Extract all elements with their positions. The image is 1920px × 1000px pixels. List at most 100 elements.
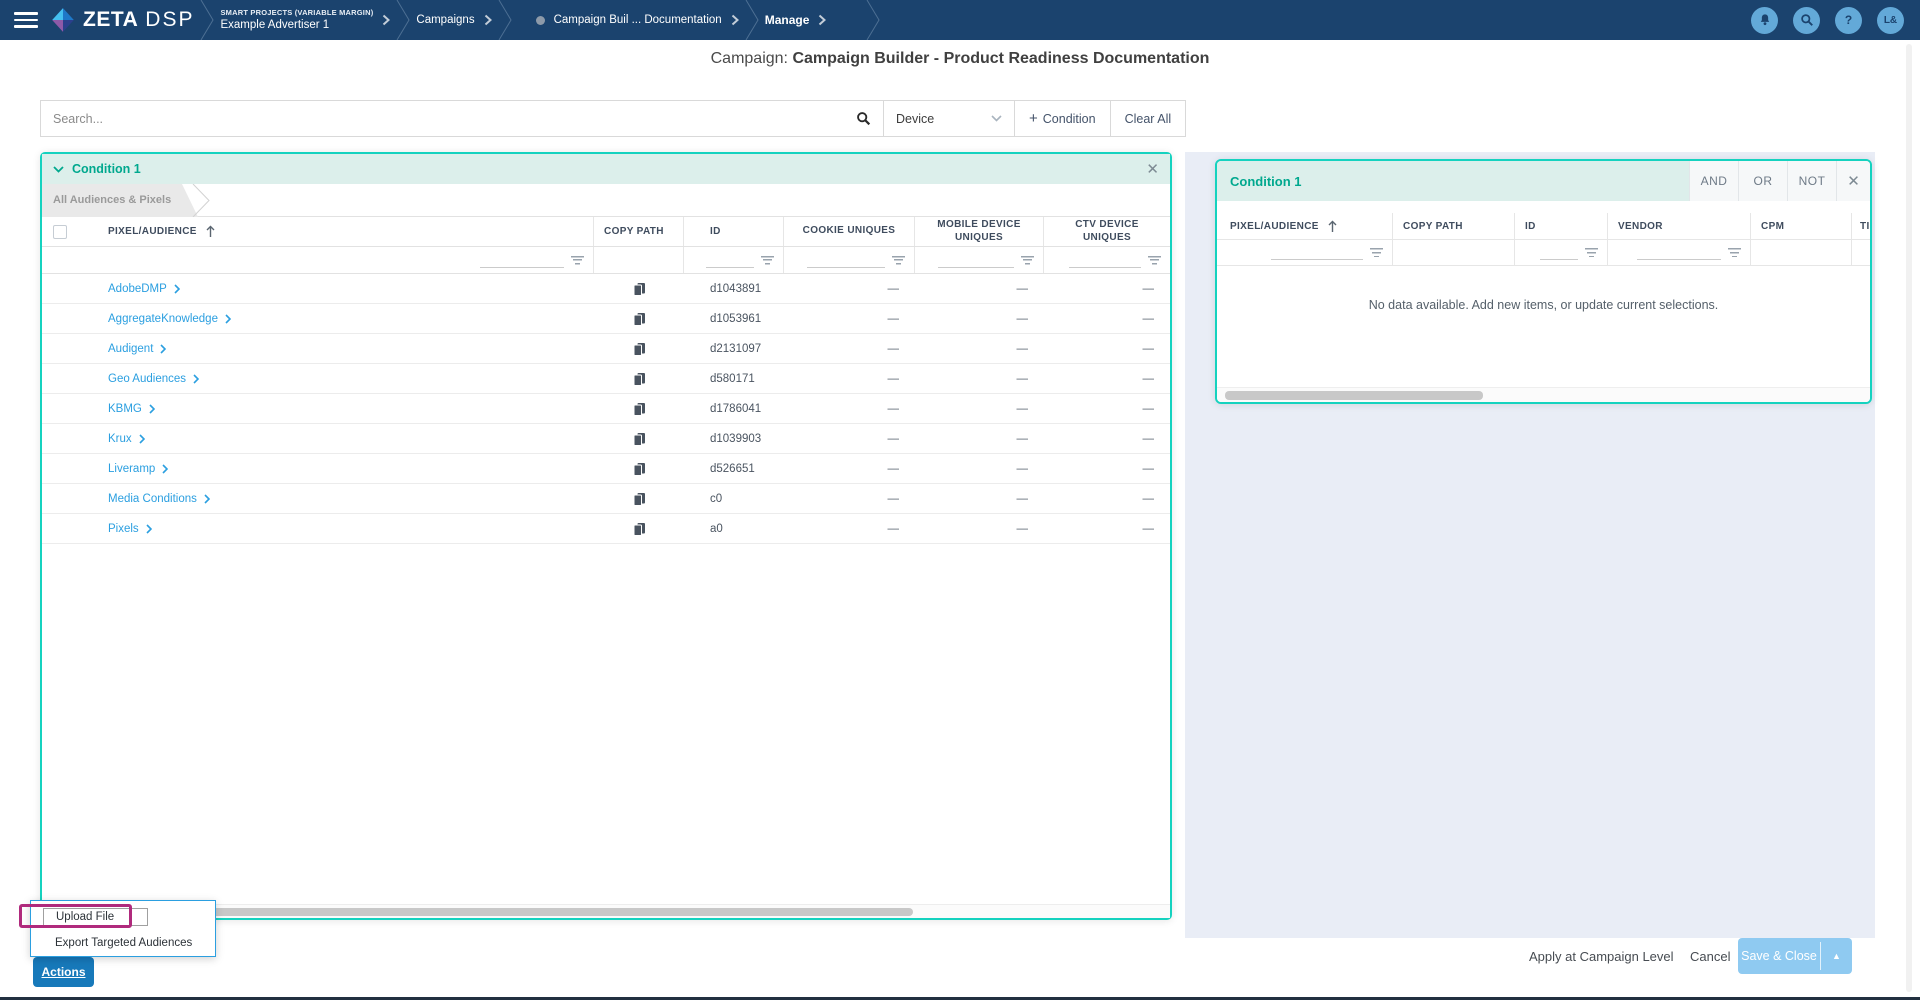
filter-icon[interactable] bbox=[1021, 256, 1034, 265]
breadcrumb-advertiser[interactable]: SMART PROJECTS (VARIABLE MARGIN) Example… bbox=[220, 8, 390, 32]
filter-input[interactable] bbox=[938, 253, 1014, 268]
close-condition-icon[interactable]: ✕ bbox=[1146, 162, 1159, 177]
copy-path-icon[interactable] bbox=[633, 372, 646, 386]
table-row[interactable]: Geo Audiences d580171 — — — bbox=[42, 364, 1170, 394]
not-button[interactable]: NOT bbox=[1787, 161, 1836, 201]
copy-path-icon[interactable] bbox=[633, 282, 646, 296]
filter-icon[interactable] bbox=[761, 256, 774, 265]
or-button[interactable]: OR bbox=[1738, 161, 1787, 201]
clear-all-button[interactable]: Clear All bbox=[1110, 100, 1187, 137]
user-avatar[interactable]: L& bbox=[1877, 7, 1904, 34]
audience-link[interactable]: Krux bbox=[108, 433, 132, 445]
save-options-caret-button[interactable]: ▲ bbox=[1821, 938, 1852, 974]
column-ctv-device-uniques[interactable]: CTV DEVICE UNIQUES bbox=[1044, 217, 1170, 246]
search-input[interactable] bbox=[53, 112, 856, 126]
notifications-button[interactable] bbox=[1751, 7, 1778, 34]
chevron-right-icon[interactable] bbox=[382, 14, 390, 26]
menu-item-upload-file[interactable]: Upload File bbox=[43, 908, 148, 926]
select-all-checkbox[interactable] bbox=[53, 225, 67, 239]
global-search-button[interactable] bbox=[1793, 7, 1820, 34]
chevron-right-icon[interactable] bbox=[160, 344, 166, 354]
page-scrollbar-track[interactable] bbox=[1906, 44, 1912, 992]
search-icon[interactable] bbox=[856, 111, 871, 126]
filter-icon[interactable] bbox=[571, 256, 584, 265]
table-row[interactable]: Krux d1039903 — — — bbox=[42, 424, 1170, 454]
add-condition-button[interactable]: + Condition bbox=[1014, 100, 1111, 137]
copy-path-icon[interactable] bbox=[633, 342, 646, 356]
column-cookie-uniques[interactable]: COOKIE UNIQUES bbox=[784, 217, 915, 246]
copy-path-icon[interactable] bbox=[633, 432, 646, 446]
audience-link[interactable]: AdobeDMP bbox=[108, 283, 167, 295]
filter-icon[interactable] bbox=[1148, 256, 1161, 265]
chevron-right-icon[interactable] bbox=[146, 524, 152, 534]
table-row[interactable]: Audigent d2131097 — — — bbox=[42, 334, 1170, 364]
audience-link[interactable]: Audigent bbox=[108, 343, 153, 355]
filter-input[interactable] bbox=[480, 253, 564, 268]
scrollbar-thumb[interactable] bbox=[1225, 391, 1483, 400]
chevron-right-icon[interactable] bbox=[174, 284, 180, 294]
column-tim[interactable]: TIM bbox=[1852, 213, 1870, 239]
chevron-right-icon[interactable] bbox=[204, 494, 210, 504]
menu-item-export-targeted-audiences[interactable]: Export Targeted Audiences bbox=[55, 937, 192, 949]
copy-path-icon[interactable] bbox=[633, 402, 646, 416]
save-close-button[interactable]: Save & Close bbox=[1738, 938, 1820, 974]
chevron-right-icon[interactable] bbox=[193, 374, 199, 384]
audience-link[interactable]: Geo Audiences bbox=[108, 373, 186, 385]
column-pixel-audience[interactable]: PIXEL/AUDIENCE bbox=[1217, 213, 1393, 239]
audience-link[interactable]: Media Conditions bbox=[108, 493, 197, 505]
filter-icon[interactable] bbox=[892, 256, 905, 265]
device-filter-select[interactable]: Device bbox=[883, 100, 1015, 137]
filter-icon[interactable] bbox=[1728, 248, 1741, 257]
column-id[interactable]: ID bbox=[684, 217, 784, 246]
filter-input[interactable] bbox=[706, 253, 754, 268]
filter-input[interactable] bbox=[1637, 245, 1721, 260]
table-row[interactable]: Pixels a0 — — — bbox=[42, 514, 1170, 544]
audience-link[interactable]: Liveramp bbox=[108, 463, 155, 475]
tab-all-audiences-pixels[interactable]: All Audiences & Pixels bbox=[42, 184, 198, 217]
table-row[interactable]: AggregateKnowledge d1053961 — — — bbox=[42, 304, 1170, 334]
chevron-right-icon[interactable] bbox=[225, 314, 231, 324]
table-row[interactable]: Media Conditions c0 — — — bbox=[42, 484, 1170, 514]
column-copy-path[interactable]: COPY PATH bbox=[594, 217, 684, 246]
table-row[interactable]: KBMG d1786041 — — — bbox=[42, 394, 1170, 424]
copy-path-icon[interactable] bbox=[633, 492, 646, 506]
column-vendor[interactable]: VENDOR bbox=[1608, 213, 1751, 239]
column-pixel-audience[interactable]: PIXEL/AUDIENCE bbox=[80, 217, 594, 246]
breadcrumb-campaign[interactable]: Campaign Buil ... Documentation bbox=[536, 14, 739, 26]
chevron-right-icon[interactable] bbox=[162, 464, 168, 474]
table-row[interactable]: Liveramp d526651 — — — bbox=[42, 454, 1170, 484]
hamburger-menu-icon[interactable] bbox=[14, 12, 38, 28]
table-row[interactable]: AdobeDMP d1043891 — — — bbox=[42, 274, 1170, 304]
filter-input[interactable] bbox=[1069, 253, 1141, 268]
and-button[interactable]: AND bbox=[1689, 161, 1738, 201]
column-copy-path[interactable]: COPY PATH bbox=[1393, 213, 1515, 239]
filter-icon[interactable] bbox=[1585, 248, 1598, 257]
copy-path-icon[interactable] bbox=[633, 462, 646, 476]
copy-path-icon[interactable] bbox=[633, 312, 646, 326]
copy-path-icon[interactable] bbox=[633, 522, 646, 536]
chevron-right-icon[interactable] bbox=[731, 14, 739, 26]
filter-input[interactable] bbox=[1271, 245, 1363, 260]
audience-link[interactable]: Pixels bbox=[108, 523, 139, 535]
chevron-right-icon[interactable] bbox=[139, 434, 145, 444]
zeta-logo[interactable]: ZETADSP bbox=[50, 7, 194, 33]
filter-input[interactable] bbox=[1540, 245, 1578, 260]
filter-input[interactable] bbox=[807, 253, 885, 268]
apply-at-campaign-level-link[interactable]: Apply at Campaign Level bbox=[1529, 949, 1674, 964]
actions-button[interactable]: Actions bbox=[33, 957, 94, 987]
breadcrumb-campaigns[interactable]: Campaigns bbox=[416, 14, 491, 26]
close-condition-icon[interactable]: ✕ bbox=[1847, 174, 1860, 189]
help-button[interactable]: ? bbox=[1835, 7, 1862, 34]
chevron-right-icon[interactable] bbox=[149, 404, 155, 414]
audience-link[interactable]: KBMG bbox=[108, 403, 142, 415]
sort-ascending-icon[interactable] bbox=[1327, 220, 1338, 233]
sort-ascending-icon[interactable] bbox=[205, 225, 216, 238]
filter-icon[interactable] bbox=[1370, 248, 1383, 257]
collapse-chevron-icon[interactable] bbox=[53, 166, 64, 173]
column-cpm[interactable]: CPM bbox=[1751, 213, 1852, 239]
column-mobile-device-uniques[interactable]: MOBILE DEVICE UNIQUES bbox=[915, 217, 1044, 246]
chevron-right-icon[interactable] bbox=[484, 14, 492, 26]
audience-link[interactable]: AggregateKnowledge bbox=[108, 313, 218, 325]
cancel-link[interactable]: Cancel bbox=[1690, 949, 1730, 964]
breadcrumb-manage[interactable]: Manage bbox=[765, 13, 827, 27]
